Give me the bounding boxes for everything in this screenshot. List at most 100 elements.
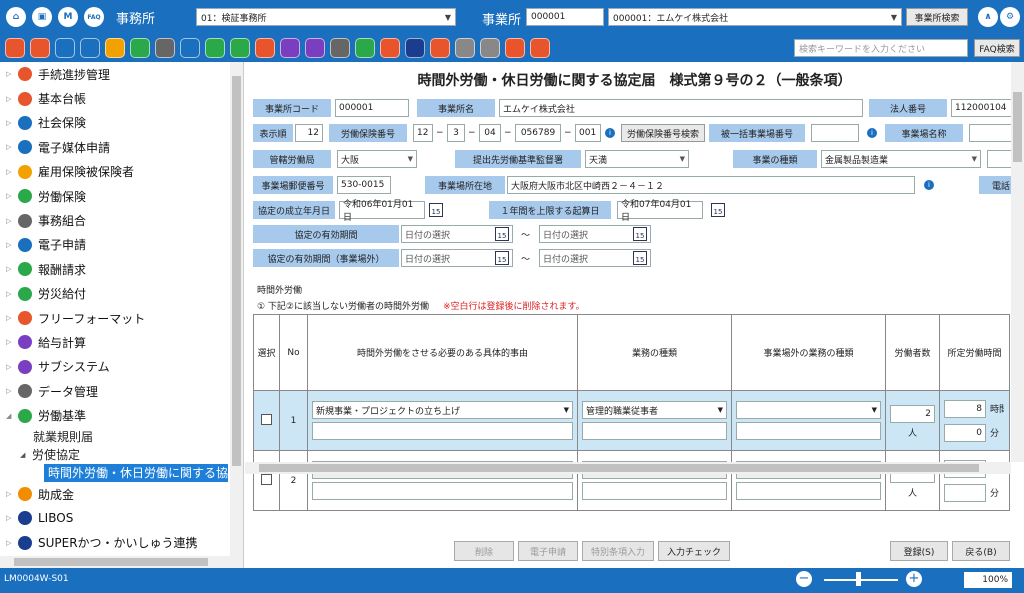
table-row[interactable]: 2 ▼ ▼ ▼ 人 時間分 xyxy=(253,450,1010,511)
sidebar-item-sidebar.items13[interactable]: ▷ データ管理 xyxy=(0,379,243,403)
expand-icon[interactable]: ▷ xyxy=(6,241,18,249)
expand-icon[interactable]: ▷ xyxy=(6,95,18,103)
zoom-in-icon[interactable]: + xyxy=(906,571,922,587)
faq-icon[interactable]: FAQ xyxy=(84,7,104,27)
back-button[interactable]: 戻る(B) xyxy=(952,541,1010,561)
biz-type-select[interactable]: 金属製品製造業 ▼ xyxy=(821,150,981,168)
hours-field[interactable]: 8 xyxy=(944,399,986,418)
bureau-select[interactable]: 大阪 ▼ xyxy=(337,150,417,168)
expand-icon[interactable]: ▷ xyxy=(6,490,18,498)
zoom-handle[interactable] xyxy=(856,572,861,586)
sidebar-hscrollbar[interactable] xyxy=(0,556,231,568)
labor-ins-1[interactable]: 12 xyxy=(413,124,433,142)
row-checkbox[interactable] xyxy=(261,473,272,485)
calendar-icon[interactable]: 15 xyxy=(711,203,725,217)
table-row[interactable]: 1 新規事業・プロジェクトの立ち上げ ▼ 管理的職業従事者 ▼ ▼ 2 人 8 時間 0 分 xyxy=(253,390,1010,451)
function-21-icon[interactable] xyxy=(505,38,525,58)
calendar-icon[interactable]: 15 xyxy=(429,203,443,217)
site-select[interactable]: 000001：エムケイ株式会社 ▼ xyxy=(608,8,902,26)
register-button[interactable]: 登録(S) xyxy=(890,541,948,561)
site-search-button[interactable]: 事業所検索 xyxy=(906,8,968,26)
sidebar-item-roshi-kyotei[interactable]: ◢ 労使協定 xyxy=(0,446,243,464)
sidebar-item-36-kyotei[interactable]: 時間外労働・休日労働に関する協 xyxy=(44,463,228,482)
function-17-icon[interactable] xyxy=(405,38,425,58)
expand-icon[interactable]: ▷ xyxy=(6,143,18,151)
site-name-field[interactable] xyxy=(969,124,1015,142)
sidebar-item-sidebar.items7[interactable]: ▷ 電子申請 xyxy=(0,233,243,257)
function-16-icon[interactable] xyxy=(380,38,400,58)
function-19-icon[interactable] xyxy=(455,38,475,58)
sidebar-scrollbar[interactable] xyxy=(230,62,243,568)
screen-icon[interactable]: ▣ xyxy=(32,7,52,27)
function-5-icon[interactable] xyxy=(105,38,125,58)
main-scrollbar[interactable] xyxy=(1011,62,1024,462)
function-11-icon[interactable] xyxy=(255,38,275,58)
outwork-select[interactable]: ▼ xyxy=(736,401,881,419)
sidebar-item-sidebar.items6[interactable]: ▷ 事務組合 xyxy=(0,208,243,232)
labor-ins-5[interactable]: 001 xyxy=(575,124,601,142)
info-icon[interactable]: i xyxy=(605,128,615,138)
sidebar-item-sidebar.after2[interactable]: ▷ SUPERかつ・かいしゅう連携 xyxy=(0,531,243,555)
collapse-icon[interactable]: ∧ xyxy=(978,7,998,27)
expand-icon[interactable]: ▷ xyxy=(6,290,18,298)
special-clause-button[interactable]: 特別条項入力 xyxy=(582,541,654,561)
sidebar-item-sidebar.items14[interactable]: ◢ 労働基準 xyxy=(0,403,243,427)
work-detail-field[interactable] xyxy=(582,482,727,500)
office-code-field[interactable]: 000001 xyxy=(335,99,409,117)
zoom-out-icon[interactable]: − xyxy=(796,571,812,587)
expand-icon[interactable]: ▷ xyxy=(6,217,18,225)
calendar-icon[interactable]: 15 xyxy=(633,251,647,265)
function-13-icon[interactable] xyxy=(305,38,325,58)
sidebar-item-shugyo-kisoku[interactable]: 就業規則届 xyxy=(0,428,243,446)
calendar-icon[interactable]: 15 xyxy=(633,227,647,241)
reason-detail-field[interactable] xyxy=(312,482,573,500)
labor-ins-3[interactable]: 04 xyxy=(479,124,501,142)
sidebar-item-sidebar.items3[interactable]: ▷ 電子媒体申請 xyxy=(0,135,243,159)
work-select[interactable]: 管理的職業従事者 ▼ xyxy=(582,401,727,419)
office-select[interactable]: 01：検証事務所 ▼ xyxy=(196,8,456,26)
info-icon[interactable]: i xyxy=(924,180,934,190)
display-order-field[interactable]: 12 xyxy=(295,124,323,142)
function-1-icon[interactable] xyxy=(5,38,25,58)
expand-icon[interactable]: ▷ xyxy=(6,363,18,371)
function-7-icon[interactable] xyxy=(155,38,175,58)
expand-icon[interactable]: ◢ xyxy=(6,412,18,420)
function-9-icon[interactable] xyxy=(205,38,225,58)
function-3-icon[interactable] xyxy=(55,38,75,58)
keyword-search-input[interactable]: 検索キーワードを入力ください xyxy=(794,39,968,57)
function-20-icon[interactable] xyxy=(480,38,500,58)
sidebar-item-sidebar.items1[interactable]: ▷ 基本台帳 xyxy=(0,86,243,110)
sidebar-item-sidebar.items11[interactable]: ▷ 給与計算 xyxy=(0,330,243,354)
minutes-field[interactable] xyxy=(944,483,986,502)
agree-date-field[interactable]: 令和06年01月01日 xyxy=(339,200,425,223)
function-2-icon[interactable] xyxy=(30,38,50,58)
calendar-icon[interactable]: 15 xyxy=(495,251,509,265)
mail-icon[interactable]: M xyxy=(58,7,78,27)
corp-no-field[interactable]: 112000104 xyxy=(951,99,1015,117)
expand-icon[interactable]: ▷ xyxy=(6,514,18,522)
function-18-icon[interactable] xyxy=(430,38,450,58)
main-hscrollbar[interactable] xyxy=(245,462,1011,474)
function-15-icon[interactable] xyxy=(355,38,375,58)
input-check-button[interactable]: 入力チェック xyxy=(658,541,730,561)
function-8-icon[interactable] xyxy=(180,38,200,58)
sidebar-item-sidebar.items8[interactable]: ▷ 報酬請求 xyxy=(0,257,243,281)
calendar-icon[interactable]: 15 xyxy=(495,227,509,241)
start-date-field[interactable]: 令和07年04月01日 xyxy=(617,200,703,223)
expand-icon[interactable]: ▷ xyxy=(6,119,18,127)
sidebar-item-sidebar.items5[interactable]: ▷ 労働保険 xyxy=(0,184,243,208)
sidebar-item-sidebar.items0[interactable]: ▷ 手続進捗管理 xyxy=(0,62,243,86)
labor-ins-2[interactable]: 3 xyxy=(447,124,465,142)
sidebar-item-sidebar.items4[interactable]: ▷ 雇用保険被保険者 xyxy=(0,160,243,184)
expand-icon[interactable]: ▷ xyxy=(6,265,18,273)
sidebar-item-sidebar.items12[interactable]: ▷ サブシステム xyxy=(0,355,243,379)
outwork-detail-field[interactable] xyxy=(736,422,881,440)
function-4-icon[interactable] xyxy=(80,38,100,58)
workers-field[interactable]: 2 xyxy=(890,405,935,423)
site-code-input[interactable]: 000001 xyxy=(526,8,604,26)
outwork-detail-field[interactable] xyxy=(736,482,881,500)
expand-icon[interactable]: ▷ xyxy=(6,539,18,547)
sidebar-item-sidebar.after1[interactable]: ▷ LIBOS xyxy=(0,506,243,530)
labor-ins-4[interactable]: 056789 xyxy=(515,124,561,142)
address-field[interactable]: 大阪府大阪市北区中崎西２－４－１２ xyxy=(507,176,915,194)
